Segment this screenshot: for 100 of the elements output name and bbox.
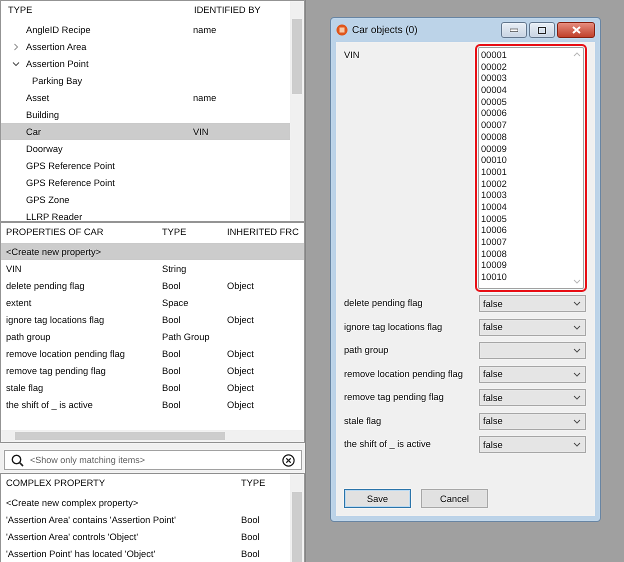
complex-property-name[interactable]: 'Assertion Area' contains 'Assertion Point': [6, 514, 176, 524]
minimize-icon: [510, 28, 518, 32]
property-name: remove tag pending flag: [6, 366, 106, 376]
property-row[interactable]: remove location pending flag Bool Object: [1, 345, 304, 362]
inherited-from: Object: [227, 382, 254, 392]
dropdown[interactable]: false: [479, 366, 586, 382]
property-row[interactable]: stale flag Bool Object: [1, 379, 304, 396]
property-name: stale flag: [6, 382, 44, 392]
vin-item[interactable]: 00007: [481, 120, 570, 132]
vin-item[interactable]: 10009: [481, 260, 570, 272]
maximize-button[interactable]: [529, 22, 555, 38]
window-title: Car objects (0): [352, 24, 419, 36]
complex-property-type: Bool: [241, 548, 260, 558]
inherited-from: Object: [227, 366, 254, 376]
vin-item[interactable]: 10007: [481, 237, 570, 249]
type-row[interactable]: Parking Bay: [1, 72, 290, 89]
close-button[interactable]: [557, 22, 595, 38]
dropdown[interactable]: false: [479, 436, 586, 453]
caret-icon: [573, 372, 581, 376]
property-row[interactable]: path group Path Group: [1, 328, 304, 345]
property-name: the shift of _ is active: [6, 400, 93, 410]
vin-item[interactable]: 00006: [481, 108, 570, 120]
dropdown[interactable]: false: [479, 412, 586, 430]
vin-item[interactable]: 00010: [481, 155, 570, 167]
type-row[interactable]: Asset name: [1, 89, 290, 106]
property-type: Bool: [162, 366, 181, 376]
type-row[interactable]: Assertion Point: [1, 55, 290, 72]
column-header[interactable]: TYPE: [8, 5, 32, 15]
type-row[interactable]: Doorway: [1, 140, 290, 157]
property-row[interactable]: ignore tag locations flag Bool Object: [1, 311, 304, 328]
column-header[interactable]: TYPE: [241, 478, 266, 488]
save-button[interactable]: Save: [344, 489, 411, 508]
property-row[interactable]: <Create new property>: [1, 243, 304, 260]
column-header[interactable]: PROPERTIES OF CAR: [6, 227, 104, 237]
scrollbar[interactable]: [290, 474, 304, 562]
vin-item[interactable]: 00002: [481, 62, 570, 74]
scrollbar[interactable]: [290, 1, 304, 221]
scroll-down-icon[interactable]: [572, 279, 580, 284]
type-name: Assertion Area: [26, 42, 86, 52]
caret-icon: [573, 442, 581, 447]
vin-item[interactable]: 00005: [481, 96, 570, 108]
search-field[interactable]: <Show only matching items>: [4, 450, 302, 470]
property-row[interactable]: the shift of _ is active Bool Object: [1, 396, 304, 413]
vin-item[interactable]: 10001: [481, 166, 570, 179]
dropdown[interactable]: false: [479, 318, 586, 336]
vin-item[interactable]: 10008: [481, 248, 570, 260]
cancel-button[interactable]: Cancel: [421, 489, 488, 508]
inherited-from: Object: [227, 280, 254, 290]
vin-item[interactable]: 00008: [481, 132, 570, 144]
type-row[interactable]: Assertion Area: [1, 38, 290, 55]
dropdown[interactable]: [479, 342, 586, 359]
vin-item[interactable]: 10004: [481, 202, 570, 214]
type-name: Asset: [26, 92, 50, 102]
type-row[interactable]: Building: [1, 106, 290, 123]
complex-property-name[interactable]: 'Assertion Point' has located 'Object': [6, 548, 156, 558]
vin-item[interactable]: 00009: [481, 144, 570, 156]
vin-item[interactable]: 00001: [481, 50, 570, 62]
property-name: VIN: [6, 264, 22, 274]
minimize-button[interactable]: [501, 22, 527, 38]
maximize-icon: [538, 26, 546, 34]
type-name: GPS Reference Point: [26, 160, 115, 170]
vin-item[interactable]: 00003: [481, 73, 570, 86]
type-name: GPS Zone: [26, 194, 70, 204]
property-row[interactable]: VIN String: [1, 260, 304, 277]
clear-icon[interactable]: [282, 454, 295, 466]
identified-by: VIN: [193, 126, 208, 136]
dropdown[interactable]: false: [479, 295, 586, 312]
complex-property-type: Bool: [241, 532, 260, 542]
type-row[interactable]: GPS Reference Point: [1, 174, 290, 191]
scrollbar[interactable]: [1, 430, 304, 442]
vin-item[interactable]: 10006: [481, 225, 570, 237]
scroll-up-icon[interactable]: [572, 52, 580, 57]
type-row[interactable]: GPS Reference Point: [1, 157, 290, 174]
column-header[interactable]: INHERITED FRC: [227, 227, 299, 237]
field-label: the shift of _ is active: [344, 438, 431, 449]
dropdown[interactable]: false: [479, 389, 586, 406]
chevron-icon[interactable]: [12, 60, 20, 68]
search-input[interactable]: <Show only matching items>: [30, 455, 276, 465]
property-name: path group: [6, 332, 50, 342]
type-row[interactable]: GPS Zone: [1, 191, 290, 208]
complex-property-name[interactable]: 'Assertion Area' controls 'Object': [6, 532, 138, 542]
type-row[interactable]: LLRP Reader: [1, 208, 290, 221]
column-header[interactable]: IDENTIFIED BY: [194, 5, 261, 15]
field-label: stale flag: [344, 414, 382, 426]
vin-item[interactable]: 10010: [481, 272, 570, 284]
property-type: Bool: [162, 382, 181, 392]
property-row[interactable]: delete pending flag Bool Object: [1, 277, 304, 294]
vin-item[interactable]: 10005: [481, 214, 570, 226]
type-row[interactable]: AngleID Recipe name: [1, 21, 290, 38]
property-row[interactable]: extent Space: [1, 294, 304, 311]
type-name: LLRP Reader: [26, 212, 82, 221]
type-row[interactable]: Car VIN: [1, 123, 290, 140]
vin-list[interactable]: 00001 00002 00003 00004 00005 00006 00007 00008 00009 00010 10001 10002 10003 10004 10005 10006 10007 10008 10009 10010: [478, 47, 584, 289]
vin-item[interactable]: 00004: [481, 85, 570, 97]
vin-item[interactable]: 10003: [481, 190, 570, 202]
vin-item[interactable]: 10002: [481, 178, 570, 190]
complex-property-name[interactable]: <Create new complex property>: [6, 498, 138, 508]
column-header[interactable]: COMPLEX PROPERTY: [6, 478, 106, 488]
column-header[interactable]: TYPE: [162, 227, 186, 237]
property-row[interactable]: remove tag pending flag Bool Object: [1, 362, 304, 379]
